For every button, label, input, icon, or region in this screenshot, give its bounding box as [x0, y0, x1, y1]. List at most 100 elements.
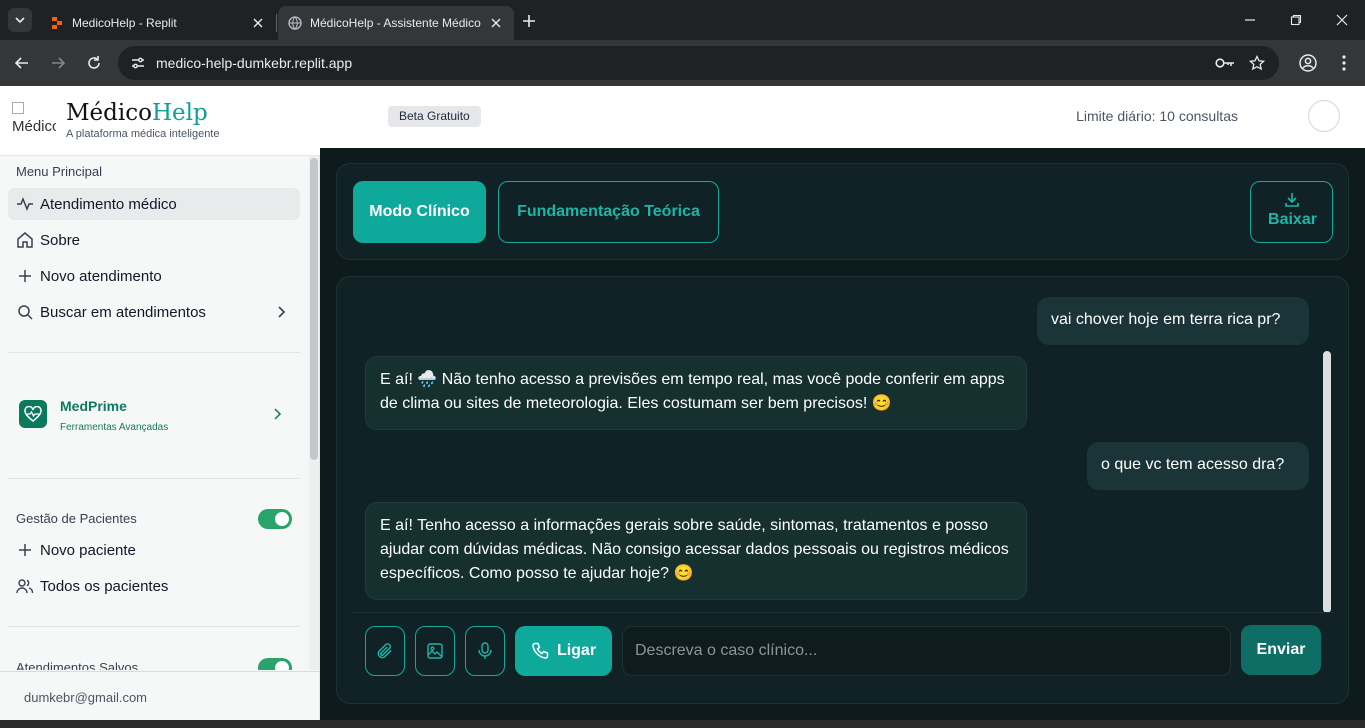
- assistant-message: E aí! 🌧️ Não tenho acesso a previsões em…: [365, 356, 1027, 430]
- site-info-icon[interactable]: [126, 51, 150, 75]
- menu-section-label: Menu Principal: [16, 164, 102, 179]
- replit-favicon-icon: [50, 16, 64, 30]
- tab-separator: [276, 14, 277, 32]
- browser-tab-strip: MedicoHelp - Replit MédicoHelp - Assiste…: [0, 0, 1365, 40]
- mode-selector-panel: Modo Clínico Fundamentação Teórica Baixa…: [336, 163, 1349, 260]
- saved-section-label: Atendimentos Salvos: [16, 660, 139, 670]
- sidebar-item-label: Novo atendimento: [40, 267, 162, 285]
- globe-favicon-icon: [288, 16, 302, 30]
- logo-image: Médico: [12, 100, 56, 140]
- bookmark-star-icon[interactable]: [1245, 51, 1269, 75]
- beta-badge: Beta Gratuito: [388, 106, 481, 127]
- brand-tagline: A plataforma médica inteligente: [66, 128, 220, 140]
- chevron-right-icon: [274, 304, 290, 320]
- activity-icon: [16, 195, 34, 213]
- sidebar-item-todos-pacientes[interactable]: Todos os pacientes: [8, 570, 300, 602]
- sidebar-item-label: Novo paciente: [40, 541, 136, 559]
- download-label: Baixar: [1268, 211, 1317, 228]
- image-upload-button[interactable]: [415, 626, 455, 676]
- user-email[interactable]: dumkebr@gmail.com: [24, 690, 147, 705]
- user-message: vai chover hoje em terra rica pr?: [1037, 297, 1309, 345]
- saved-section-toggle[interactable]: [258, 658, 292, 670]
- new-tab-button[interactable]: [518, 10, 540, 32]
- restore-icon: [1290, 14, 1302, 26]
- users-icon: [16, 577, 34, 595]
- tab-search-button[interactable]: [8, 8, 32, 32]
- close-tab-icon[interactable]: [250, 15, 266, 31]
- url-text: medico-help-dumkebr.replit.app: [156, 55, 353, 71]
- minimize-button[interactable]: [1227, 0, 1273, 40]
- toggle-knob: [275, 661, 289, 670]
- brand-name: MédicoHelp: [66, 100, 208, 126]
- profile-button[interactable]: [1296, 51, 1320, 75]
- broken-image-icon: [12, 102, 24, 114]
- minimize-icon: [1245, 19, 1255, 21]
- heart-pulse-icon: [19, 400, 47, 428]
- reload-icon: [88, 56, 100, 69]
- attach-button[interactable]: [365, 626, 405, 676]
- plus-icon: [523, 15, 535, 27]
- patients-section-toggle[interactable]: [258, 509, 292, 529]
- main-area: Beta Gratuito Limite diário: 10 consulta…: [320, 86, 1365, 728]
- paperclip-icon: [377, 643, 392, 659]
- password-key-icon[interactable]: [1213, 51, 1237, 75]
- sidebar-item-label: Sobre: [40, 231, 81, 249]
- close-window-button[interactable]: [1319, 0, 1365, 40]
- browser-tab-medicohelp[interactable]: MédicoHelp - Assistente Médico: [278, 6, 514, 40]
- sidebar-scrollbar-thumb[interactable]: [310, 158, 318, 460]
- search-icon: [16, 303, 34, 321]
- sidebar-scroll-area: Menu Principal Atendimento médico Sobre …: [0, 156, 308, 670]
- composer-divider: [353, 612, 1334, 613]
- avatar[interactable]: [1308, 100, 1340, 132]
- forward-button[interactable]: [46, 51, 70, 75]
- microphone-icon: [478, 642, 492, 659]
- app-root: Médico MédicoHelp A plataforma médica in…: [0, 86, 1365, 728]
- daily-limit-text: Limite diário: 10 consultas: [1076, 108, 1238, 124]
- sidebar-item-sobre[interactable]: Sobre: [8, 224, 300, 256]
- arrow-right-icon: [52, 57, 66, 69]
- toggle-knob: [275, 512, 289, 526]
- case-description-input[interactable]: [622, 626, 1231, 676]
- download-button[interactable]: Baixar: [1250, 181, 1333, 243]
- tab-title: MédicoHelp - Assistente Médico: [310, 16, 481, 30]
- arrow-left-icon: [14, 57, 28, 69]
- sidebar-divider: [8, 626, 300, 627]
- medprime-title: MedPrime: [60, 398, 127, 414]
- patients-section-label: Gestão de Pacientes: [16, 511, 137, 526]
- phone-icon: [531, 642, 549, 660]
- theory-mode-button[interactable]: Fundamentação Teórica: [498, 181, 719, 243]
- restore-button[interactable]: [1273, 0, 1319, 40]
- browser-toolbar: medico-help-dumkebr.replit.app: [0, 40, 1365, 86]
- sidebar-item-atendimento[interactable]: Atendimento médico: [8, 188, 300, 220]
- microphone-button[interactable]: [465, 626, 505, 676]
- brand-header: Médico MédicoHelp A plataforma médica in…: [0, 86, 320, 156]
- browser-tab-replit[interactable]: MedicoHelp - Replit: [40, 6, 276, 40]
- assistant-message: E aí! Tenho acesso a informações gerais …: [365, 502, 1027, 600]
- address-bar[interactable]: medico-help-dumkebr.replit.app: [118, 46, 1279, 80]
- sidebar-item-novo-paciente[interactable]: Novo paciente: [8, 534, 300, 566]
- reload-button[interactable]: [82, 51, 106, 75]
- sidebar-item-novo-atendimento[interactable]: Novo atendimento: [8, 260, 300, 292]
- chat-panel: vai chover hoje em terra rica pr? E aí! …: [336, 276, 1349, 704]
- close-tab-icon[interactable]: [488, 15, 504, 31]
- medprime-subtitle: Ferramentas Avançadas: [60, 422, 169, 433]
- close-icon: [1336, 14, 1348, 26]
- sidebar: Médico MédicoHelp A plataforma médica in…: [0, 86, 320, 728]
- clinical-mode-button[interactable]: Modo Clínico: [353, 181, 486, 243]
- browser-menu-button[interactable]: [1332, 51, 1356, 75]
- call-button[interactable]: Ligar: [515, 626, 612, 676]
- plus-icon: [16, 541, 34, 559]
- profile-icon: [1299, 54, 1317, 72]
- home-icon: [16, 231, 34, 249]
- medprime-card[interactable]: MedPrime Ferramentas Avançadas: [8, 382, 300, 446]
- image-icon: [427, 643, 443, 659]
- brand-name-part2: Help: [151, 100, 208, 126]
- back-button[interactable]: [10, 51, 34, 75]
- sidebar-item-buscar[interactable]: Buscar em atendimentos: [8, 296, 300, 328]
- send-button[interactable]: Enviar: [1241, 625, 1321, 675]
- sidebar-item-label: Atendimento médico: [40, 195, 177, 213]
- logo-alt-text: Médico: [12, 118, 56, 135]
- tab-title: MedicoHelp - Replit: [72, 16, 177, 30]
- top-bar: Beta Gratuito Limite diário: 10 consulta…: [320, 86, 1365, 148]
- chat-scrollbar-thumb[interactable]: [1323, 351, 1331, 613]
